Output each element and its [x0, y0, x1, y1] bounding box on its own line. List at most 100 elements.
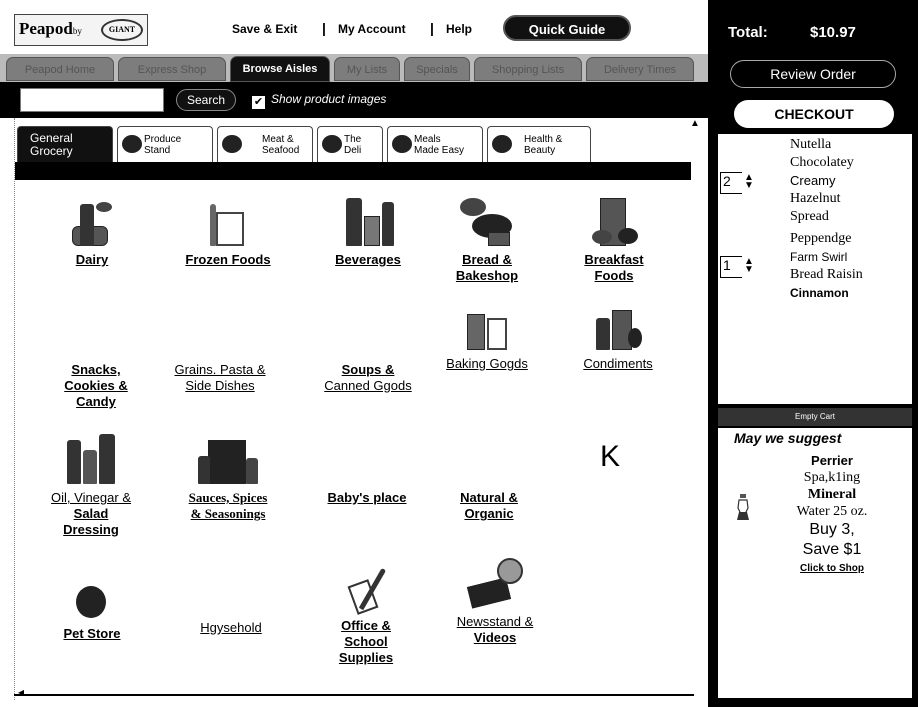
name-line: Farm Swirl [790, 250, 848, 264]
cart-panel: Total: $10.97 Review Order CHECKOUT 2 ▲ ▼… [708, 0, 918, 707]
aisle-breakfast-foods[interactable]: Breakfast Foods [568, 194, 660, 284]
aisle-soups-canned-goods[interactable]: Soups & Canned Ggods [306, 362, 430, 394]
cattab-label-1: The [344, 134, 362, 145]
brand-by: by [72, 26, 82, 36]
cart-item: 1 ▲ ▼ Peppendge Farm Swirl Bread Raisin C… [718, 230, 912, 310]
quick-guide-button[interactable]: Quick Guide [503, 15, 631, 41]
aisle-frozen-foods[interactable]: Frozen Foods [168, 194, 288, 268]
aisle-household[interactable]: Hgysehold [176, 620, 286, 636]
deli-icon [322, 135, 342, 153]
aisle-babys-place[interactable]: Baby's place [310, 490, 424, 506]
tab-general-grocery[interactable]: General Grocery [17, 126, 113, 162]
cart-items-list: 2 ▲ ▼ Nutella Chocolatey Creamy Hazelnut … [718, 134, 912, 404]
show-images-checkbox[interactable]: ✔ [252, 96, 265, 109]
suggested-product[interactable]: Perrier Spa,k1ing Mineral Water 25 oz. B… [762, 452, 902, 577]
empty-cart-button[interactable]: Empty Cart [718, 408, 912, 426]
baking-icon [461, 308, 513, 350]
aisle-snacks-cookies-candy[interactable]: Snacks, Cookies & Candy [44, 362, 148, 410]
aisle-newsstand-videos[interactable]: Newsstand & Videos [434, 558, 556, 646]
cattab-label-1: Health & [524, 134, 563, 145]
aisle-office-school-supplies[interactable]: Office & School Supplies [318, 560, 414, 666]
name-line: Bread Raisin [790, 267, 863, 282]
tab-meals-made-easy[interactable]: Meals Made Easy [387, 126, 483, 162]
suggestion-panel: May we suggest Perrier Spa,k1ing Mineral… [718, 428, 912, 698]
bread-icon [456, 194, 518, 246]
name-line: Hazelnut [790, 191, 841, 206]
tab-express-shop[interactable]: Express Shop [118, 57, 226, 81]
top-bar: Peapodby GIANT Save & Exit | My Account … [0, 0, 708, 52]
cattab-label-1: Meals [414, 134, 441, 145]
aisle-label: Baby's place [327, 490, 407, 505]
aisle-label: Bakeshop [455, 268, 519, 283]
tab-specials[interactable]: Specials [404, 57, 470, 81]
aisle-baking-goods[interactable]: Baking Gogds [434, 308, 540, 372]
aisle-label: Hgysehold [200, 620, 262, 635]
aisle-pet-store[interactable]: Pet Store [46, 586, 138, 642]
aisle-label: Beverages [335, 252, 401, 267]
aisle-label: Canned Ggods [324, 378, 412, 393]
aisle-dairy[interactable]: Dairy [52, 194, 132, 268]
search-input[interactable] [20, 88, 164, 112]
meals-icon [392, 135, 412, 153]
tab-produce-stand[interactable]: Produce Stand [117, 126, 213, 162]
cart-item-name[interactable]: Nutella Chocolatey Creamy Hazelnut Sprea… [790, 136, 910, 226]
aisle-label: Oil, Vinegar & [51, 490, 131, 505]
aisle-beverages[interactable]: Beverages [320, 194, 416, 268]
horizontal-scrollbar[interactable] [14, 694, 694, 704]
cattab-label-2: Made Easy [414, 145, 465, 156]
tab-my-lists[interactable]: My Lists [334, 57, 400, 81]
quantity-stepper-icon[interactable]: ▲ ▼ [744, 173, 754, 191]
tab-the-deli[interactable]: The Deli [317, 126, 383, 162]
tab-meat-seafood[interactable]: Meat & Seafood [217, 126, 313, 162]
scroll-up-arrow-icon[interactable]: ▲ [690, 118, 700, 129]
cattab-label-2: Beauty [524, 145, 556, 156]
aisle-label: Bread & [462, 252, 512, 267]
aisle-label: Grains. Pasta & [174, 362, 266, 377]
quantity-stepper-icon[interactable]: ▲ ▼ [744, 257, 754, 275]
tab-delivery-times[interactable]: Delivery Times [586, 57, 694, 81]
aisle-label: Frozen Foods [185, 252, 271, 267]
search-button[interactable]: Search [176, 89, 236, 111]
giant-logo: GIANT [101, 19, 143, 41]
aisle-bread-bakeshop[interactable]: Bread & Bakeshop [434, 194, 540, 284]
aisle-condiments[interactable]: Condiments [564, 308, 672, 372]
quantity-field[interactable]: 2 [720, 172, 742, 194]
show-images-toggle[interactable]: ✔ Show product images [252, 92, 386, 109]
aisle-grains-pasta[interactable]: Grains. Pasta & Side Dishes [160, 362, 280, 394]
aisle-sauces-spices[interactable]: Sauces, Spices & Seasonings [160, 436, 296, 522]
aisle-label: Salad [73, 506, 109, 521]
cattab-label-2: Grocery [30, 144, 73, 158]
show-images-label: Show product images [271, 92, 387, 106]
save-exit-link[interactable]: Save & Exit [232, 22, 297, 36]
aisle-label: & Seasonings [190, 506, 266, 521]
cattab-label-2: Seafood [262, 145, 300, 156]
aisle-label: Snacks, [71, 362, 121, 377]
scroll-left-arrow-icon[interactable]: ◂ [18, 685, 24, 699]
header-separator: | [322, 20, 326, 36]
aisle-natural-organic[interactable]: Natural & Organic [440, 490, 538, 522]
tab-browse-aisles[interactable]: Browse Aisles [230, 56, 330, 82]
cart-item-name[interactable]: Peppendge Farm Swirl Bread Raisin Cinnam… [790, 230, 910, 302]
peapod-logo[interactable]: Peapodby GIANT [14, 14, 148, 46]
aisle-label: Soups & [341, 362, 395, 377]
cattab-label-1: Produce [144, 134, 182, 145]
water-bottle-icon [737, 494, 749, 520]
review-order-button[interactable]: Review Order [730, 60, 896, 88]
click-to-shop-link[interactable]: Click to Shop [762, 560, 902, 577]
aisle-oil-vinegar-dressing[interactable]: Oil, Vinegar & Salad Dressing [30, 432, 152, 538]
aisle-label: Sauces, Spices [188, 490, 268, 505]
aisle-label: Dairy [75, 252, 109, 267]
cattab-label-2: Stand [144, 145, 171, 156]
aisle-label: Supplies [338, 650, 394, 665]
aisle-label: Pet Store [63, 626, 121, 641]
my-account-link[interactable]: My Account [338, 22, 406, 36]
help-link[interactable]: Help [446, 22, 472, 36]
tab-health-beauty[interactable]: Health & Beauty [487, 126, 591, 162]
tab-shopping-lists[interactable]: Shopping Lists [474, 57, 582, 81]
category-bar [15, 162, 691, 180]
product-desc: Spa,k1ing [803, 470, 861, 485]
checkout-button[interactable]: CHECKOUT [734, 100, 894, 128]
quantity-field[interactable]: 1 [720, 256, 742, 278]
tab-peapod-home[interactable]: Peapod Home [6, 57, 114, 81]
product-desc: Water 25 oz. [796, 504, 868, 519]
